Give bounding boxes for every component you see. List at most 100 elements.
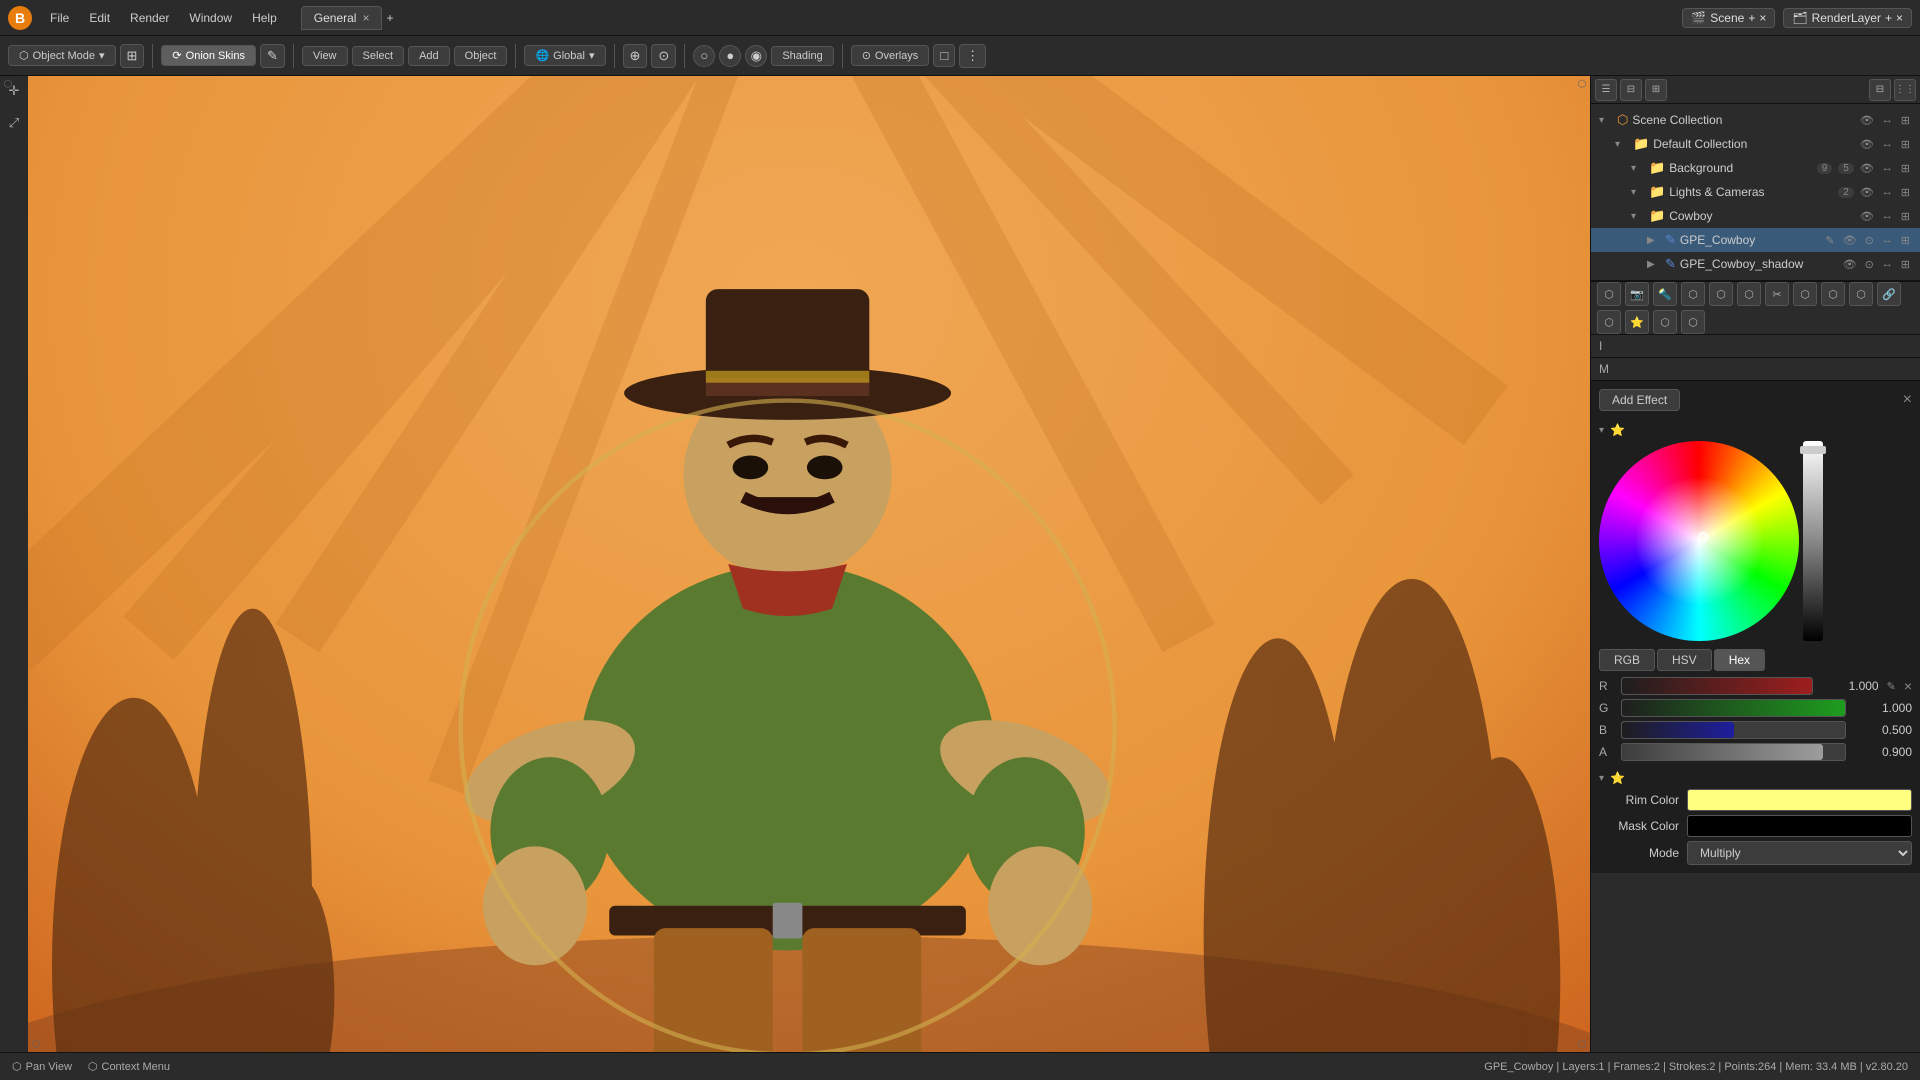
vp-move-tool[interactable]: ⤢ xyxy=(3,112,25,134)
mode-select[interactable]: MultiplyAddSubtractScreenOverlay xyxy=(1687,841,1912,865)
onion-edit-btn[interactable]: ✎ xyxy=(260,44,285,68)
workspace-tab-general[interactable]: General × xyxy=(301,6,383,30)
prop-tool-data[interactable]: ⬡ xyxy=(1597,310,1621,334)
prop-tool-particles[interactable]: ⬡ xyxy=(1821,282,1845,306)
background-visibility[interactable]: 👁 xyxy=(1858,162,1876,175)
object-menu-btn[interactable]: Object xyxy=(454,46,508,66)
outliner-icon-btn2[interactable]: ⊟ xyxy=(1620,79,1642,101)
scene-add-icon[interactable]: + xyxy=(1748,11,1755,25)
scene-collection-grid-icon[interactable]: ⊞ xyxy=(1899,114,1912,127)
gpe-cowboy-lock[interactable]: ↔ xyxy=(1880,234,1895,247)
view-menu-btn[interactable]: View xyxy=(302,46,348,66)
color-picker-dot[interactable] xyxy=(1698,532,1708,542)
mask-color-swatch[interactable] xyxy=(1687,815,1912,837)
gpe-cowboy-grid[interactable]: ⊞ xyxy=(1899,234,1912,247)
gpe-cowboy-shadow-lock[interactable]: ↔ xyxy=(1880,258,1895,271)
outliner-icon-btn1[interactable]: ☰ xyxy=(1595,79,1617,101)
prop-tool-world[interactable]: ⬡ xyxy=(1737,282,1761,306)
brightness-slider[interactable] xyxy=(1803,441,1823,641)
gpe-cowboy-shadow-grid[interactable]: ⊞ xyxy=(1899,258,1912,271)
prop-tool-physics[interactable]: ⬡ xyxy=(1849,282,1873,306)
render-mode-material[interactable]: ● xyxy=(719,45,741,67)
prop-tool-constraints[interactable]: 🔗 xyxy=(1877,282,1901,306)
menu-window[interactable]: Window xyxy=(181,7,240,29)
cowboy-visibility[interactable]: 👁 xyxy=(1858,210,1876,223)
lights-cameras-grid[interactable]: ⊞ xyxy=(1899,186,1912,199)
tab-hex[interactable]: Hex xyxy=(1714,649,1765,671)
menu-file[interactable]: File xyxy=(42,7,77,29)
outliner-icon-btn3[interactable]: ⊞ xyxy=(1645,79,1667,101)
default-collection-lock[interactable]: ↔ xyxy=(1880,138,1895,151)
tab-rgb[interactable]: RGB xyxy=(1599,649,1655,671)
outliner-filter-btn[interactable]: ⊟ xyxy=(1869,79,1891,101)
overlays-btn[interactable]: ⊙ Overlays xyxy=(851,45,930,66)
corner-tl-handle[interactable]: ⬡ xyxy=(0,76,16,92)
close-workspace-tab-icon[interactable]: × xyxy=(362,11,369,25)
onion-skins-btn[interactable]: ⟳ Onion Skins xyxy=(161,45,256,66)
brightness-handle[interactable] xyxy=(1800,446,1826,454)
add-menu-btn[interactable]: Add xyxy=(408,46,450,66)
g-slider[interactable] xyxy=(1621,699,1846,717)
corner-bl-handle[interactable]: ⬡ xyxy=(28,1036,44,1052)
shading-btn[interactable]: Shading xyxy=(771,46,833,66)
prop-tool-vfx[interactable]: ⬡ xyxy=(1681,310,1705,334)
effect2-expand-icon[interactable]: ▾ xyxy=(1599,773,1604,784)
gpe-cowboy-edit-icon[interactable]: ✎ xyxy=(1823,234,1836,247)
scene-selector[interactable]: 🎬 Scene + × xyxy=(1682,8,1775,28)
global-btn[interactable]: 🌐 Global ▾ xyxy=(524,45,605,66)
tree-gpe-cowboy[interactable]: ▶ ✎ GPE_Cowboy ✎ 👁 ⊙ ↔ ⊞ xyxy=(1591,228,1920,252)
scene-close-icon[interactable]: × xyxy=(1759,11,1766,25)
prop-edit-btn[interactable]: ⊙ xyxy=(651,44,676,68)
gpe-cowboy-select[interactable]: ⊙ xyxy=(1863,234,1876,247)
prop-tool-output[interactable]: 🔦 xyxy=(1653,282,1677,306)
gpe-cowboy-shadow-visibility[interactable]: 👁 xyxy=(1841,258,1859,271)
r-slider[interactable] xyxy=(1621,677,1813,695)
prop-tool-scene[interactable]: ⬡ xyxy=(1597,282,1621,306)
r-close-icon[interactable]: × xyxy=(1904,678,1912,694)
prop-tool-render[interactable]: 📷 xyxy=(1625,282,1649,306)
default-collection-grid[interactable]: ⊞ xyxy=(1899,138,1912,151)
menu-help[interactable]: Help xyxy=(244,7,285,29)
a-slider[interactable] xyxy=(1621,743,1846,761)
snap-btn[interactable]: ⊕ xyxy=(623,44,648,68)
color-wheel-wrapper[interactable] xyxy=(1599,441,1799,641)
outliner-view-all-btn[interactable]: ⋮⋮ xyxy=(1894,79,1916,101)
add-effect-button[interactable]: Add Effect xyxy=(1599,389,1680,411)
background-grid[interactable]: ⊞ xyxy=(1899,162,1912,175)
viewport-display-btn[interactable]: ⊞ xyxy=(120,44,145,68)
gpe-cowboy-shadow-select[interactable]: ⊙ xyxy=(1863,258,1876,271)
scene-collection-lock-icon[interactable]: ↔ xyxy=(1880,114,1895,127)
prop-tool-modifier[interactable]: ⬡ xyxy=(1793,282,1817,306)
render-mode-render[interactable]: ◉ xyxy=(745,45,767,67)
wireframe-btn[interactable]: □ xyxy=(933,44,955,67)
render-layer-add-icon[interactable]: + xyxy=(1885,11,1892,25)
more-opts-btn[interactable]: ⋮ xyxy=(959,44,986,68)
add-workspace-tab-button[interactable]: + xyxy=(386,11,393,25)
viewport[interactable]: ✛ ⤢ ⬡ ⬡ ⬡ ⬡ xyxy=(0,76,1590,1052)
prop-tool-material[interactable]: ⭐ xyxy=(1625,310,1649,334)
tree-gpe-cowboy-shadow[interactable]: ▶ ✎ GPE_Cowboy_shadow 👁 ⊙ ↔ ⊞ xyxy=(1591,252,1920,276)
tab-hsv[interactable]: HSV xyxy=(1657,649,1712,671)
r-edit-icon[interactable]: ✎ xyxy=(1885,680,1898,693)
tree-cowboy[interactable]: ▾ 📁 Cowboy 👁 ↔ ⊞ xyxy=(1591,204,1920,228)
tree-background[interactable]: ▾ 📁 Background 9 5 👁 ↔ ⊞ xyxy=(1591,156,1920,180)
select-menu-btn[interactable]: Select xyxy=(352,46,405,66)
blender-logo[interactable]: B xyxy=(8,6,32,30)
scene-collection-visibility-icon[interactable]: 👁 xyxy=(1858,114,1876,127)
tree-default-collection[interactable]: ▾ 📁 Default Collection 👁 ↔ ⊞ xyxy=(1591,132,1920,156)
mode-selector[interactable]: ⬡ Object Mode ▾ xyxy=(8,45,116,66)
gpe-cowboy-visibility[interactable]: 👁 xyxy=(1841,234,1859,247)
menu-render[interactable]: Render xyxy=(122,7,177,29)
prop-tool-scene2[interactable]: ⬡ xyxy=(1709,282,1733,306)
rim-color-swatch[interactable] xyxy=(1687,789,1912,811)
render-layer-close-icon[interactable]: × xyxy=(1896,11,1903,25)
lights-cameras-lock[interactable]: ↔ xyxy=(1880,186,1895,199)
cowboy-grid[interactable]: ⊞ xyxy=(1899,210,1912,223)
default-collection-visibility[interactable]: 👁 xyxy=(1858,138,1876,151)
render-layer-selector[interactable]: 🗂 RenderLayer + × xyxy=(1783,8,1912,28)
prop-tool-object[interactable]: ✂ xyxy=(1765,282,1789,306)
tree-scene-collection[interactable]: ▾ ⬡ Scene Collection 👁 ↔ ⊞ xyxy=(1591,108,1920,132)
render-mode-solid[interactable]: ○ xyxy=(693,45,715,67)
menu-edit[interactable]: Edit xyxy=(81,7,118,29)
add-effect-close-icon[interactable]: × xyxy=(1903,391,1912,409)
